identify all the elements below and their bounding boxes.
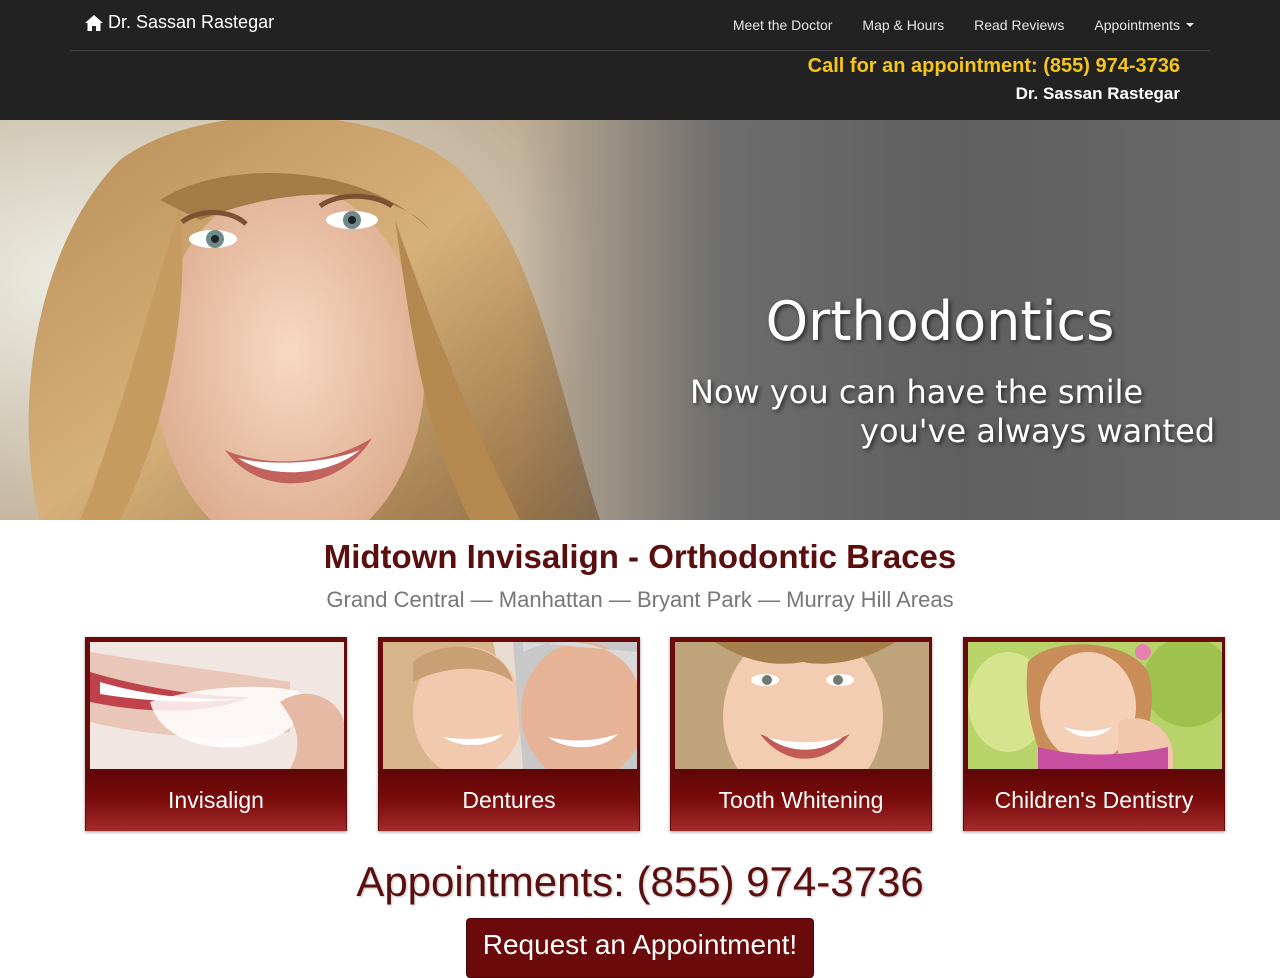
request-appointment-button[interactable]: Request an Appointment! — [466, 918, 814, 978]
card-tooth-whitening[interactable]: Tooth Whitening — [670, 637, 932, 831]
card-label: Dentures — [379, 769, 639, 831]
service-cards: Invisalign Dentures Tooth Whitening Chil… — [85, 637, 1225, 832]
hero-title: Orthodontics — [765, 290, 1115, 353]
brand-link[interactable]: Dr. Sassan Rastegar — [84, 12, 274, 33]
hero-subtitle-line-1: Now you can have the smile — [690, 373, 1144, 411]
tooth-whitening-photo — [675, 642, 929, 769]
brand-name: Dr. Sassan Rastegar — [108, 12, 275, 32]
card-label: Invisalign — [86, 769, 346, 831]
home-icon — [84, 13, 104, 33]
site-header: Dr. Sassan Rastegar Meet the Doctor Map … — [0, 0, 1280, 120]
call-for-appointment[interactable]: Call for an appointment: (855) 974-3736 — [808, 55, 1180, 78]
dentures-photo — [383, 642, 637, 769]
nav-appointments-dropdown[interactable]: Appointments — [1094, 17, 1194, 33]
card-label: Tooth Whitening — [671, 769, 931, 831]
navbar: Dr. Sassan Rastegar Meet the Doctor Map … — [70, 0, 1210, 51]
childrens-dentistry-photo — [968, 642, 1222, 769]
card-label: Children's Dentistry — [964, 769, 1224, 831]
hero-banner: Orthodontics Now you can have the smile … — [0, 120, 1280, 520]
service-areas: Grand Central — Manhattan — Bryant Park … — [326, 587, 954, 612]
nav-meet-the-doctor[interactable]: Meet the Doctor — [733, 17, 833, 33]
invisalign-photo — [90, 642, 344, 769]
nav-appointments-label: Appointments — [1094, 17, 1180, 33]
nav-read-reviews[interactable]: Read Reviews — [974, 17, 1064, 33]
nav-map-hours[interactable]: Map & Hours — [862, 17, 944, 33]
doctor-name: Dr. Sassan Rastegar — [1015, 84, 1180, 103]
nav-links: Meet the Doctor Map & Hours Read Reviews… — [703, 0, 1194, 50]
page-title: Midtown Invisalign - Orthodontic Braces — [323, 538, 957, 575]
appointments-phone[interactable]: Appointments: (855) 974-3736 — [0, 858, 1280, 906]
caret-down-icon — [1186, 23, 1194, 27]
hero-subtitle-line-2: you've always wanted — [860, 412, 1216, 450]
hero-smiling-woman-photo — [0, 120, 720, 520]
card-dentures[interactable]: Dentures — [378, 637, 640, 831]
card-invisalign[interactable]: Invisalign — [85, 637, 347, 831]
card-childrens-dentistry[interactable]: Children's Dentistry — [963, 637, 1225, 831]
